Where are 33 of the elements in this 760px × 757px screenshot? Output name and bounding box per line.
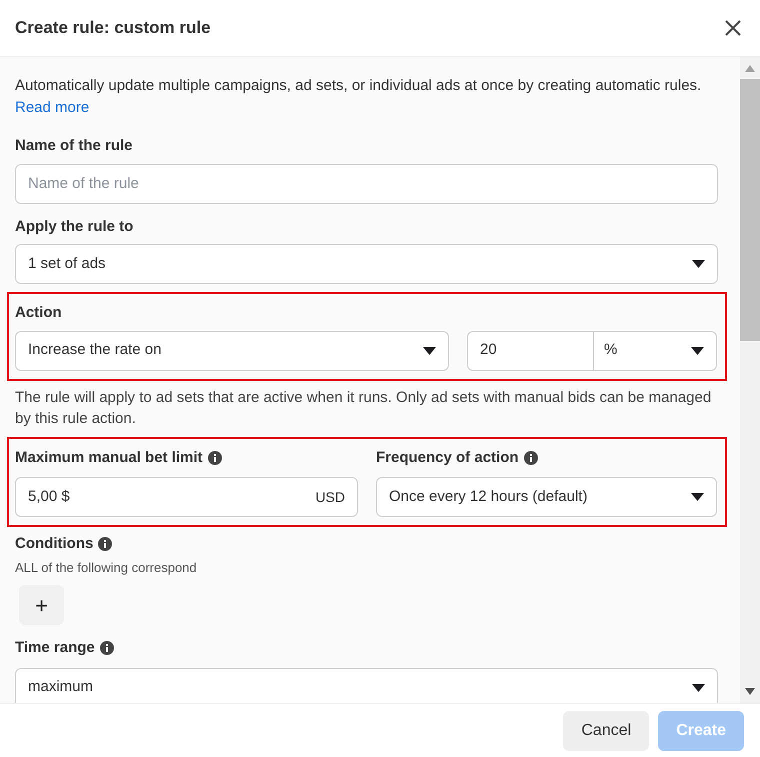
field-label: Action [15,303,62,323]
field-label: Maximum manual bet limit [15,448,203,468]
action-select[interactable]: Increase the rate on [15,330,449,370]
field-label: Name of the rule [15,136,133,156]
field-label: Time range [15,638,95,658]
field-label: Apply the rule to [15,216,134,236]
name-input[interactable]: Name of the rule [15,164,718,204]
cancel-button[interactable]: Cancel [563,710,650,750]
read-more-link[interactable]: Read more [15,99,90,116]
scroll-down-icon[interactable] [745,688,755,695]
help-text: The rule will apply to ad sets that are active when it runs. Only ad sets with manual bids can be managed by this rule action. [15,388,712,428]
intro-text: Automatically update multiple campaigns, ad sets, or individual ads at once by creating automatic rules. Read more [15,76,702,118]
field-label: Conditions [15,534,94,554]
time-range-select[interactable]: maximum [15,668,718,703]
apply-select[interactable]: 1 set of ads [15,244,718,284]
info-icon [208,450,222,465]
amount-field[interactable]: 20 % [467,330,717,370]
caret-icon [691,346,704,354]
close-icon [725,20,741,36]
info-icon [98,537,112,552]
caret-icon [423,346,436,354]
info-icon [524,450,538,465]
add-condition-button[interactable]: + [19,585,64,625]
frequency-select[interactable]: Once every 12 hours (default) [376,477,717,517]
caret-icon [691,493,704,501]
bid-limit-input[interactable]: 5,00 $ USD [15,477,358,517]
info-icon [100,641,114,656]
caret-icon [692,260,705,268]
caret-icon [692,684,705,692]
scrollbar[interactable] [740,57,760,703]
dialog-title: Create rule: custom rule [15,17,211,40]
condition-hint: ALL of the following correspond [15,558,198,577]
field-label: Frequency of action [376,448,519,468]
